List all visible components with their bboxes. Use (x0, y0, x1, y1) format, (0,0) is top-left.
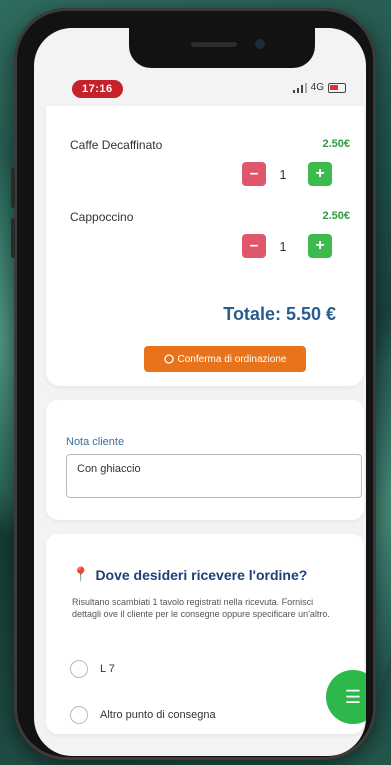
delivery-option-label: Altro punto di consegna (100, 709, 216, 721)
delivery-question-text: Dove desideri ricevere l'ordine? (95, 566, 308, 583)
item-price: 2.50€ (322, 210, 350, 222)
item-quantity: 1 (279, 167, 287, 182)
customer-note-label: Nota cliente (66, 436, 125, 448)
delivery-question-title: 📍 Dove desideri ricevere l'ordine? (72, 566, 307, 583)
status-time: 17:16 (72, 80, 123, 98)
confirm-order-button[interactable]: Conferma di ordinazione (144, 346, 306, 372)
confirm-order-label: Conferma di ordinazione (177, 353, 287, 365)
increase-qty-button[interactable]: + (308, 234, 332, 258)
item-name: Caffe Decaffinato (70, 138, 163, 152)
delivery-description: Risultano scambiati 1 tavolo registrati … (72, 597, 330, 619)
radio-button[interactable] (70, 706, 88, 724)
status-indicators: 4G (292, 82, 346, 93)
delivery-option[interactable]: Altro punto di consegna (70, 706, 216, 724)
front-camera (255, 39, 265, 49)
confirm-icon (163, 354, 174, 364)
phone-screen: 17:16 4G Caffe Decaffinato 2.50€ – 1 + C… (34, 28, 366, 756)
network-type: 4G (310, 82, 324, 93)
volume-up-button (11, 168, 15, 208)
delivery-option[interactable]: L 7 (70, 660, 115, 678)
delivery-location-card: 📍 Dove desideri ricevere l'ordine? Risul… (46, 534, 364, 734)
order-total: Totale: 5.50 € (223, 304, 336, 324)
decrease-qty-button[interactable]: – (242, 234, 266, 258)
decrease-qty-button[interactable]: – (242, 162, 266, 186)
item-quantity: 1 (279, 239, 287, 254)
increase-qty-button[interactable]: + (308, 162, 332, 186)
customer-note-input[interactable]: Con ghiaccio (66, 454, 362, 498)
battery-icon (328, 82, 346, 93)
order-summary-card: Caffe Decaffinato 2.50€ – 1 + Cappoccino… (46, 106, 364, 386)
signal-icon (292, 82, 307, 93)
radio-button[interactable] (70, 660, 88, 678)
location-pin-icon: 📍 (72, 566, 90, 582)
volume-down-button (11, 218, 15, 258)
item-price: 2.50€ (322, 138, 350, 150)
notch (129, 28, 315, 68)
phone-frame: 17:16 4G Caffe Decaffinato 2.50€ – 1 + C… (11, 8, 376, 760)
delivery-option-label: L 7 (100, 663, 115, 675)
menu-icon: ☰ (344, 686, 362, 707)
speaker-grille (191, 42, 237, 47)
item-name: Cappoccino (70, 210, 134, 224)
customer-note-card: Nota cliente Con ghiaccio (46, 400, 364, 520)
